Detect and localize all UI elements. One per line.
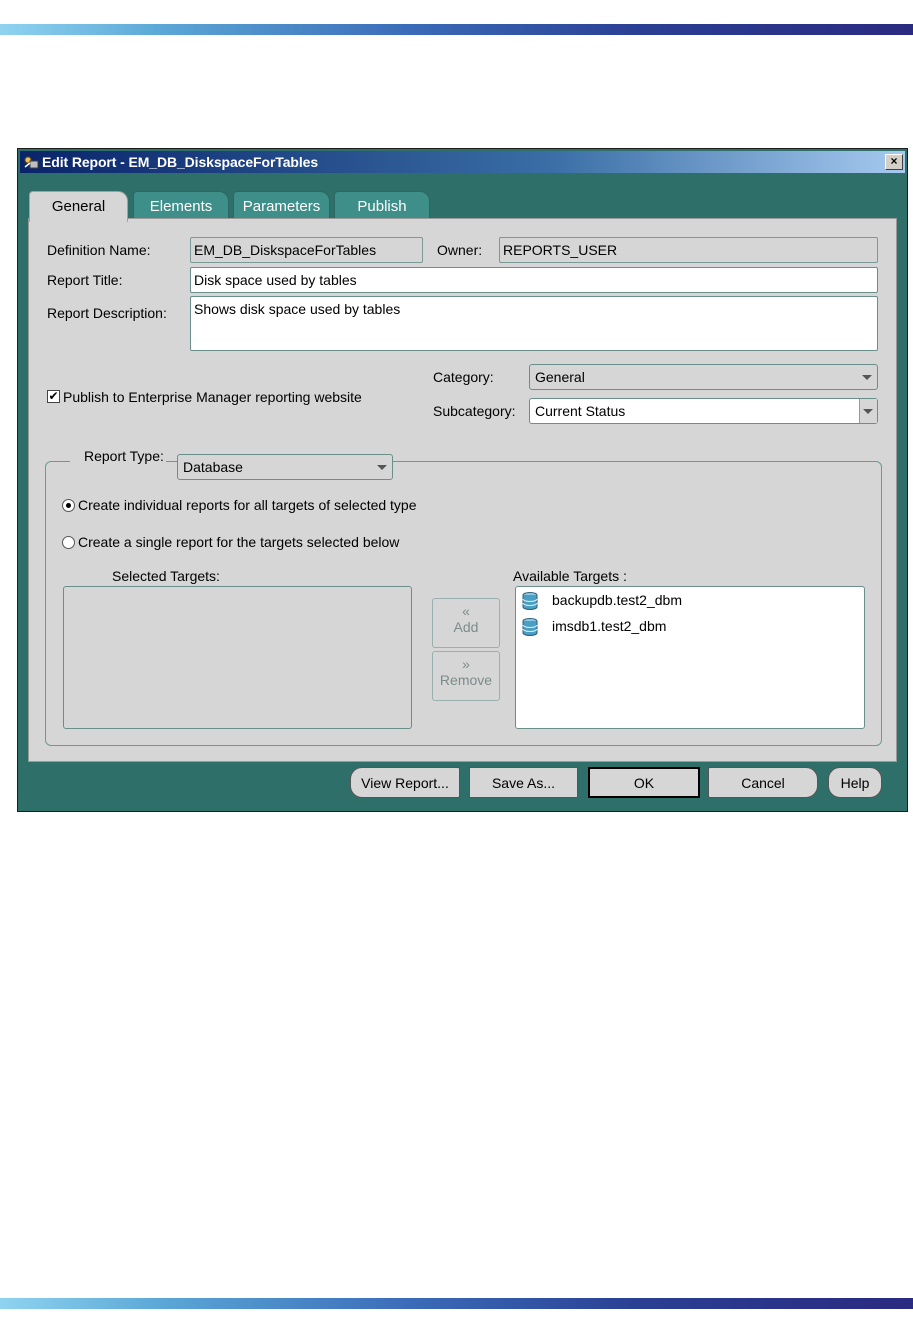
report-title-label: Report Title:	[47, 272, 123, 288]
tab-elements-label: Elements	[149, 198, 213, 215]
page-footer-band	[0, 1298, 913, 1309]
view-report-button[interactable]: View Report...	[350, 767, 460, 798]
tab-general[interactable]: General	[29, 191, 128, 222]
help-button[interactable]: Help	[828, 767, 882, 798]
subcategory-select[interactable]: Current Status	[529, 398, 878, 424]
available-targets-label: Available Targets :	[513, 568, 627, 584]
option-individual-label: Create individual reports for all target…	[78, 497, 417, 513]
report-title-input[interactable]: Disk space used by tables	[190, 267, 878, 293]
radio-single-report[interactable]	[62, 536, 75, 549]
available-targets-list[interactable]: backupdb.test2_dbm imsdb1.test2_dbm	[515, 586, 865, 729]
close-button[interactable]: ×	[885, 154, 903, 170]
close-icon: ×	[890, 154, 898, 168]
subcategory-value: Current Status	[535, 403, 626, 419]
database-icon	[522, 618, 538, 636]
tab-publish-label: Publish	[357, 198, 407, 215]
save-as-button[interactable]: Save As...	[469, 767, 578, 798]
tab-elements[interactable]: Elements	[133, 191, 229, 219]
radio-individual-reports[interactable]	[62, 499, 75, 512]
subcategory-dropdown-button[interactable]	[859, 399, 877, 423]
option-single-label: Create a single report for the targets s…	[78, 534, 400, 550]
subcategory-label: Subcategory:	[433, 403, 516, 419]
tab-publish[interactable]: Publish	[334, 191, 430, 219]
category-select[interactable]: General	[529, 364, 878, 390]
owner-label: Owner:	[437, 242, 483, 258]
chevron-down-icon	[862, 375, 872, 380]
edit-report-dialog: Edit Report - EM_DB_DiskspaceForTables ×…	[17, 148, 908, 812]
page-header-band	[0, 24, 913, 35]
report-type-value: Database	[183, 459, 243, 475]
selected-targets-list[interactable]	[63, 586, 412, 729]
publish-label: Publish to Enterprise Manager reporting …	[63, 389, 362, 405]
window-title: Edit Report - EM_DB_DiskspaceForTables	[42, 154, 319, 170]
checkmark-icon: ✔	[48, 389, 59, 403]
ok-button[interactable]: OK	[588, 767, 700, 798]
selected-targets-label: Selected Targets:	[112, 568, 220, 584]
database-icon	[522, 592, 538, 610]
report-type-legend: Report Type:	[70, 448, 166, 475]
cancel-button[interactable]: Cancel	[708, 767, 818, 798]
add-label: Add	[453, 619, 479, 635]
report-type-group: Report Type: Database Create individual …	[45, 448, 882, 746]
chevron-down-icon	[863, 409, 873, 414]
add-button[interactable]: « Add	[432, 598, 500, 648]
general-panel: Definition Name: EM_DB_DiskspaceForTable…	[28, 218, 897, 762]
remove-button[interactable]: » Remove	[432, 651, 500, 701]
report-type-select[interactable]: Database	[177, 454, 393, 480]
report-wizard-icon	[24, 156, 39, 169]
report-type-label: Report Type:	[84, 448, 164, 464]
publish-checkbox[interactable]: ✔	[47, 390, 60, 403]
target-name: backupdb.test2_dbm	[552, 592, 682, 608]
tab-parameters-label: Parameters	[242, 198, 321, 215]
remove-label: Remove	[439, 672, 493, 688]
chevron-down-icon	[377, 465, 387, 470]
definition-name-label: Definition Name:	[47, 242, 151, 258]
title-bar[interactable]: Edit Report - EM_DB_DiskspaceForTables ×	[20, 151, 905, 173]
chevron-left-icon: «	[462, 603, 470, 619]
tab-general-label: General	[51, 198, 106, 215]
tab-parameters[interactable]: Parameters	[233, 191, 330, 219]
report-description-label: Report Description:	[47, 305, 167, 321]
category-value: General	[535, 369, 585, 385]
chevron-right-icon: »	[462, 656, 470, 672]
definition-name-field: EM_DB_DiskspaceForTables	[190, 237, 423, 263]
category-label: Category:	[433, 369, 494, 385]
target-name: imsdb1.test2_dbm	[552, 618, 667, 634]
owner-field: REPORTS_USER	[499, 237, 878, 263]
report-description-textarea[interactable]: Shows disk space used by tables	[190, 296, 878, 351]
